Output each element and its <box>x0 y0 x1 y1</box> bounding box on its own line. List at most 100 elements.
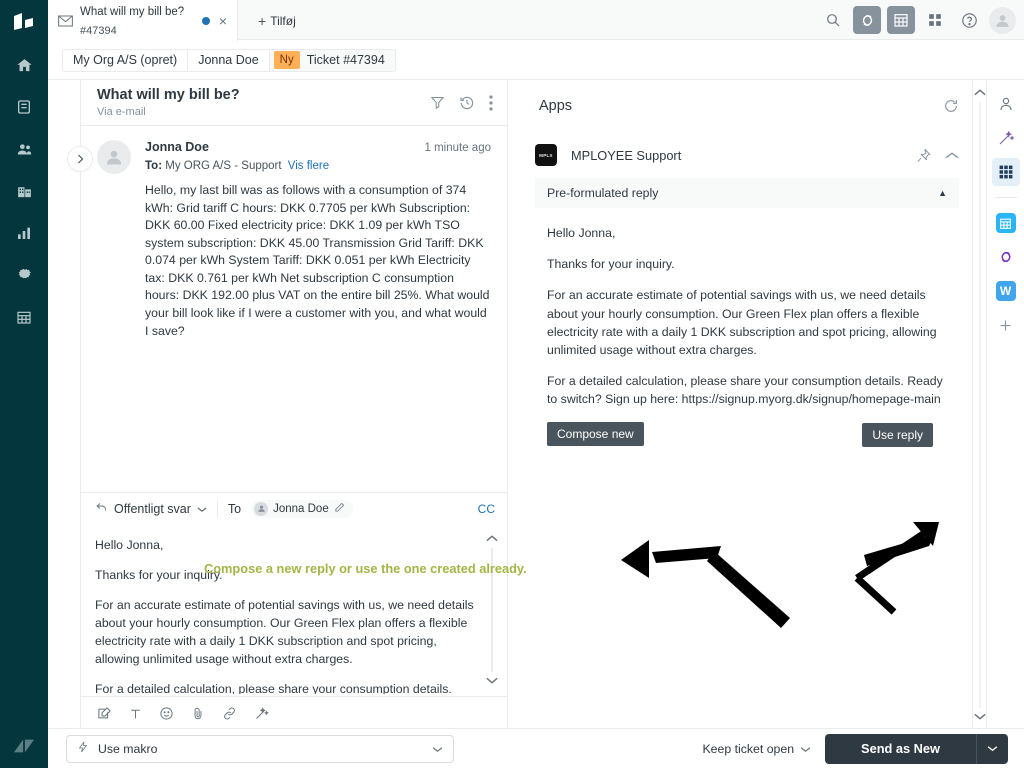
collapse-conversation-button[interactable] <box>67 146 93 172</box>
send-as-new-button[interactable]: Send as New <box>825 733 976 764</box>
composer-paragraph: Hello Jonna, <box>95 538 164 552</box>
collapse-caret-icon: ▲ <box>938 188 947 198</box>
reply-arrow-icon <box>95 501 108 516</box>
compose-new-button[interactable]: Compose new <box>547 421 644 446</box>
add-app-icon[interactable] <box>992 311 1020 339</box>
calendar-icon[interactable] <box>887 6 915 34</box>
ticket-header-texts: What will my bill be? Via e-mail <box>97 87 430 118</box>
ticket-status-label: Keep ticket open <box>702 741 795 756</box>
message-to-label: To: <box>145 160 163 172</box>
chevron-down-icon <box>432 742 443 756</box>
sidebar-item-customers[interactable] <box>0 128 48 170</box>
breadcrumb-item-organization[interactable]: My Org A/S (opret) <box>62 48 188 72</box>
link-icon[interactable] <box>222 706 237 721</box>
apps-grid-icon[interactable] <box>991 158 1020 186</box>
divider <box>994 197 1017 198</box>
breadcrumb: My Org A/S (opret) Jonna Doe Ny Ticket #… <box>48 41 1024 80</box>
app-section-preformulated-reply[interactable]: Pre-formulated reply ▲ <box>535 178 959 208</box>
app-reply-paragraph: Thanks for your inquiry. <box>547 257 675 272</box>
zendesk-sunshine-logo-icon[interactable] <box>0 0 48 44</box>
recipient-avatar-icon <box>254 501 269 516</box>
breadcrumb-item-ticket[interactable]: Ny Ticket #47394 <box>268 48 396 72</box>
scroll-down-icon[interactable] <box>486 671 498 690</box>
composer-scrollbar[interactable] <box>485 530 499 690</box>
apps-panel: Apps MPLX MPLOYEE Support Pre-formulated… <box>509 80 985 730</box>
status-badge: Ny <box>273 50 300 70</box>
sidebar-item-home[interactable] <box>0 44 48 86</box>
show-more-link[interactable]: Vis flere <box>288 160 329 172</box>
sidebar-item-admin[interactable] <box>0 254 48 296</box>
search-icon[interactable] <box>819 6 847 34</box>
history-clock-icon[interactable] <box>459 95 475 111</box>
avatar <box>97 140 131 174</box>
sunshine-app-icon[interactable] <box>992 243 1020 271</box>
reply-type-label: Offentligt svar <box>114 501 191 516</box>
pencil-icon[interactable] <box>334 502 345 516</box>
message-timestamp: 1 minute ago <box>424 142 492 154</box>
more-options-icon[interactable] <box>489 94 493 111</box>
calendar-app-icon[interactable] <box>992 209 1020 237</box>
main-content: What will my bill be? Via e-mail Jonna D… <box>48 80 1024 768</box>
ticket-workspace: What will my bill be? #47394 × + Tilføj <box>0 0 1024 768</box>
filter-icon[interactable] <box>430 95 445 110</box>
ai-wand-icon[interactable] <box>254 706 269 721</box>
breadcrumb-item-user[interactable]: Jonna Doe <box>187 48 269 72</box>
app-card-header: MPLX MPLOYEE Support <box>535 144 959 178</box>
close-tab-icon[interactable]: × <box>217 14 229 28</box>
cc-button[interactable]: CC <box>478 502 495 516</box>
ticket-status-select[interactable]: Keep ticket open <box>702 742 811 756</box>
app-reply-paragraph: For an accurate estimate of potential sa… <box>547 288 937 357</box>
chevron-up-icon[interactable] <box>945 151 959 160</box>
send-options-chevron-down-icon[interactable] <box>976 733 1008 764</box>
recipient-name: Jonna Doe <box>273 502 329 515</box>
attachment-icon[interactable] <box>191 706 205 721</box>
apps-panel-scrollbar[interactable] <box>972 80 986 730</box>
message-author: Jonna Doe <box>145 140 209 154</box>
add-tab-button[interactable]: + Tilføj <box>248 0 306 41</box>
apps-grid-icon[interactable] <box>921 6 949 34</box>
top-bar: What will my bill be? #47394 × + Tilføj <box>48 0 1024 41</box>
scroll-up-icon[interactable] <box>973 84 986 102</box>
tab-subtitle: #47394 <box>80 24 117 37</box>
message-to-value: My ORG A/S - Support <box>165 160 282 172</box>
pin-icon[interactable] <box>916 148 931 163</box>
refresh-icon[interactable] <box>943 98 959 114</box>
composer-text-area[interactable]: Hello Jonna, Thanks for your inquiry. Fo… <box>81 524 507 694</box>
app-reply-paragraph: For a detailed calculation, please share… <box>547 374 943 407</box>
recipient-chip[interactable]: Jonna Doe <box>251 499 353 518</box>
app-logo-icon: MPLX <box>535 144 557 166</box>
word-app-letter: W <box>995 281 1016 301</box>
apps-header: Apps <box>509 80 985 114</box>
ticket-conversation-pane: What will my bill be? Via e-mail Jonna D… <box>67 80 508 730</box>
use-reply-button[interactable]: Use reply <box>862 422 933 447</box>
sunshine-icon[interactable] <box>853 6 881 34</box>
ai-wand-icon[interactable] <box>992 124 1020 152</box>
user-profile-icon[interactable] <box>992 90 1020 118</box>
sidebar-item-reporting[interactable] <box>0 212 48 254</box>
sidebar-item-calendar[interactable] <box>0 296 48 338</box>
sidebar-item-organizations[interactable] <box>0 170 48 212</box>
word-app-icon[interactable]: W <box>992 277 1020 305</box>
emoji-icon[interactable] <box>159 706 174 721</box>
reply-type-selector[interactable]: Offentligt svar <box>95 501 207 516</box>
mail-icon <box>58 15 73 27</box>
message-text: Hello, my last bill was as follows with … <box>145 183 490 338</box>
help-icon[interactable] <box>955 6 983 34</box>
send-button-group: Send as New <box>825 733 1008 764</box>
user-avatar[interactable] <box>989 6 1016 34</box>
scrollbar-track <box>979 98 981 712</box>
breadcrumb-label: Jonna Doe <box>198 53 259 67</box>
tab-titles: What will my bill be? #47394 <box>80 2 195 39</box>
ticket-tab[interactable]: What will my bill be? #47394 × <box>48 0 238 41</box>
rich-text-editor-icon[interactable] <box>97 706 112 721</box>
apps-title: Apps <box>539 98 573 114</box>
composer-header: Offentligt svar To Jonna Doe CC <box>81 493 507 524</box>
text-format-icon[interactable] <box>129 707 142 721</box>
scroll-down-icon[interactable] <box>973 708 986 726</box>
macro-select[interactable]: Use makro <box>66 734 454 763</box>
app-reply-paragraph: Hello Jonna, <box>547 226 616 240</box>
sidebar-item-views[interactable] <box>0 86 48 128</box>
ticket-header: What will my bill be? Via e-mail <box>81 80 507 126</box>
scroll-up-icon[interactable] <box>486 530 498 549</box>
composer-toolbar <box>81 696 507 730</box>
